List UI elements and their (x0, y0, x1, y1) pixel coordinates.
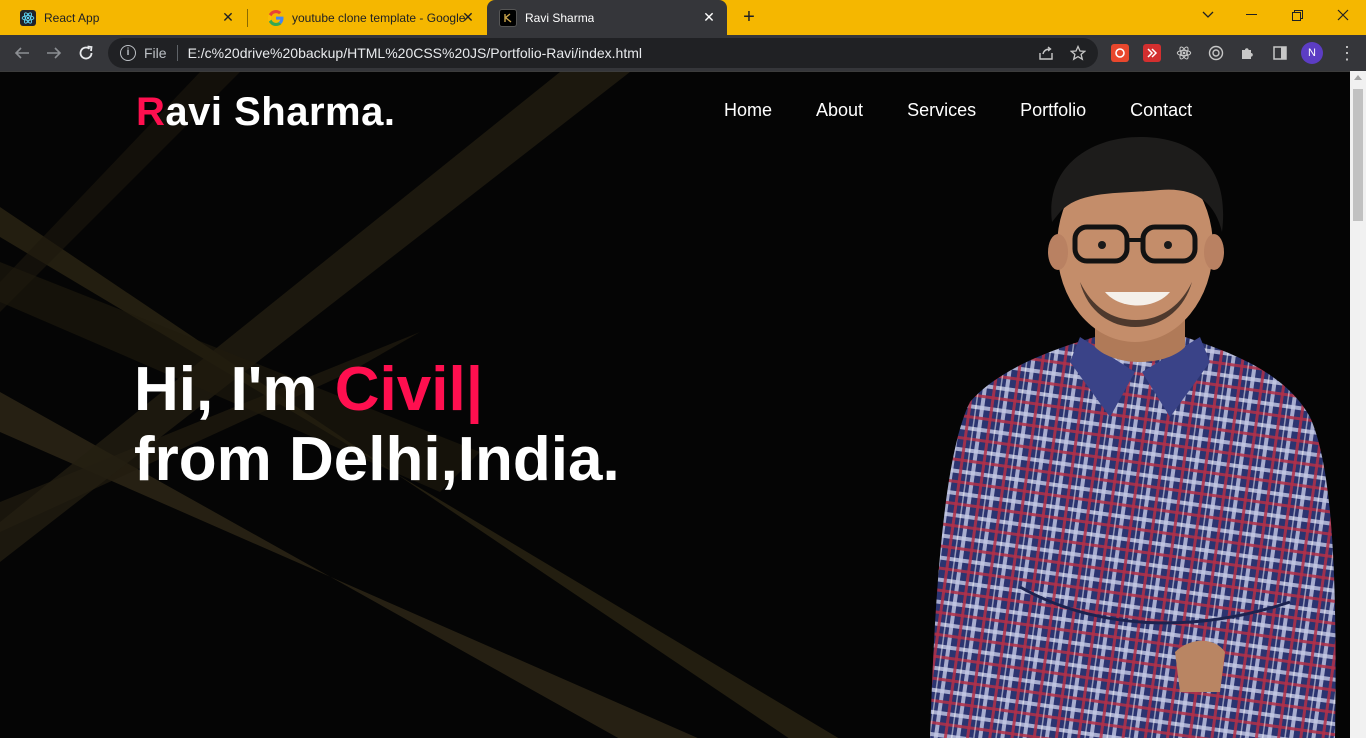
nav-link-portfolio[interactable]: Portfolio (1020, 100, 1086, 121)
close-window-icon[interactable] (1320, 0, 1366, 30)
side-panel-icon[interactable] (1271, 44, 1289, 62)
address-bar[interactable]: i File E:/c%20drive%20backup/HTML%20CSS%… (108, 38, 1098, 68)
nav-link-about[interactable]: About (816, 100, 863, 121)
extension-target-icon[interactable] (1207, 44, 1225, 62)
divider (176, 45, 178, 61)
hero-line-1: Hi, I'm Civil| (134, 355, 620, 425)
forward-arrow-icon[interactable] (42, 41, 66, 65)
minimize-icon[interactable] (1228, 0, 1274, 30)
logo-text: avi Sharma. (165, 90, 396, 134)
extension-record-icon[interactable] (1111, 44, 1129, 62)
hero-heading: Hi, I'm Civil| from Delhi,India. (134, 355, 620, 495)
browser-tab-google[interactable]: youtube clone template - Google ✕ (248, 0, 486, 35)
nav-link-home[interactable]: Home (724, 100, 772, 121)
extensions-puzzle-icon[interactable] (1239, 44, 1257, 62)
scrollbar-thumb[interactable] (1353, 89, 1363, 221)
url-text[interactable]: E:/c%20drive%20backup/HTML%20CSS%20JS/Po… (188, 45, 642, 61)
close-tab-icon[interactable]: ✕ (220, 9, 236, 25)
hero-typed-word: Civil| (334, 355, 484, 424)
more-menu-icon[interactable]: ⋮ (1338, 42, 1356, 64)
extension-video-icon[interactable] (1143, 44, 1161, 62)
profile-photo (930, 137, 1336, 738)
window-controls (1188, 0, 1366, 35)
restore-icon[interactable] (1274, 0, 1320, 30)
main-nav: Home About Services Portfolio Contact (724, 100, 1192, 121)
browser-tab-react-app[interactable]: React App ✕ (0, 0, 248, 35)
page-scrollbar[interactable] (1350, 71, 1366, 738)
browser-tab-bar: React App ✕ youtube clone template - Goo… (0, 0, 1366, 35)
scroll-up-arrow-icon[interactable] (1354, 75, 1362, 80)
browser-toolbar: i File E:/c%20drive%20backup/HTML%20CSS%… (0, 35, 1366, 71)
back-arrow-icon[interactable] (10, 41, 34, 65)
share-icon[interactable] (1038, 45, 1054, 65)
scheme-label: File (144, 45, 167, 61)
nav-link-contact[interactable]: Contact (1130, 100, 1192, 121)
bookmark-star-icon[interactable] (1069, 44, 1087, 65)
close-tab-icon[interactable]: ✕ (701, 9, 717, 25)
react-icon (20, 9, 36, 26)
tab-title: Ravi Sharma (525, 10, 595, 25)
reload-icon[interactable] (74, 41, 98, 65)
tab-title: React App (44, 10, 100, 25)
profile-avatar[interactable]: N (1301, 42, 1323, 64)
page-viewport: Ravi Sharma. Home About Services Portfol… (0, 71, 1350, 738)
browser-tab-ravi-sharma[interactable]: Ravi Sharma ✕ (487, 0, 727, 35)
tab-title: youtube clone template - Google (292, 10, 466, 25)
site-favicon-icon (499, 8, 517, 27)
tab-search-chevron-icon[interactable] (1188, 0, 1228, 30)
site-info-icon[interactable]: i (120, 45, 136, 61)
google-icon (268, 9, 284, 26)
react-devtools-icon[interactable] (1175, 44, 1193, 62)
logo-accent-letter: R (136, 90, 166, 134)
close-tab-icon[interactable]: ✕ (460, 9, 476, 25)
new-tab-icon[interactable]: + (738, 6, 760, 28)
nav-link-services[interactable]: Services (907, 100, 976, 121)
hero-line-2: from Delhi,India. (134, 425, 620, 494)
site-logo[interactable]: Ravi Sharma. (136, 90, 395, 135)
hero-greeting: Hi, I'm (134, 355, 335, 424)
